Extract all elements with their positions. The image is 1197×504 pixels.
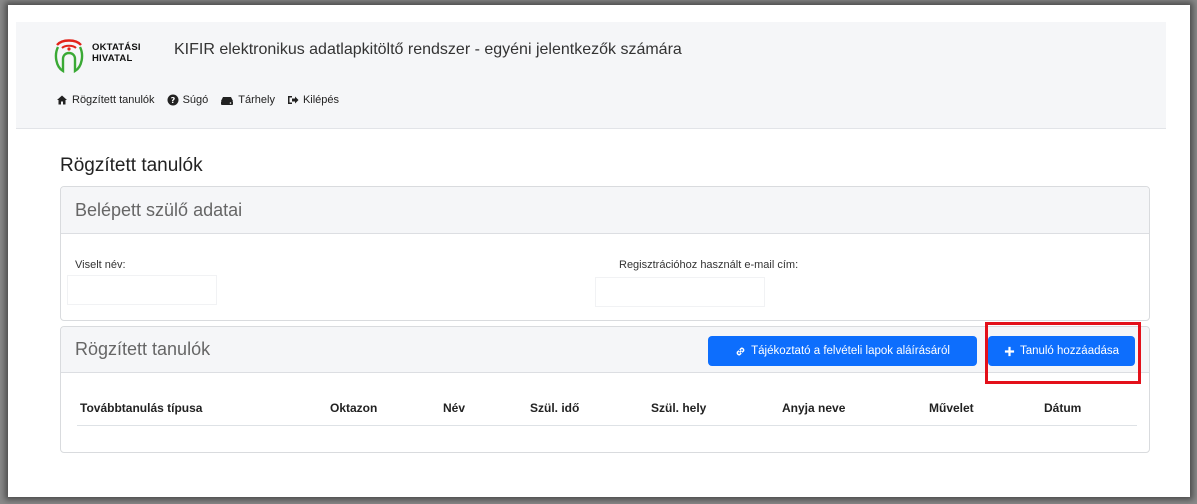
nav-item-rogzitett-tanulok[interactable]: Rögzített tanulók [56,94,155,106]
app-title: KIFIR elektronikus adatlapkitöltő rendsz… [174,41,682,58]
highlight-box [985,322,1141,384]
question-circle-icon: ? [167,94,179,106]
page-title: Rögzített tanulók [60,155,203,176]
main-nav: Rögzített tanulók ? Súgó Tárhely Kilépés [56,94,339,106]
svg-text:?: ? [170,96,175,105]
sign-out-icon [287,96,299,104]
link-icon [736,347,745,355]
nav-label: Rögzített tanulók [72,94,155,106]
info-button-label: Tájékoztató a felvételi lapok aláírásáró… [751,345,950,357]
column-header[interactable]: Dátum [1044,401,1081,415]
name-field[interactable] [67,275,217,305]
top-header: OKTATÁSI HIVATAL KIFIR elektronikus adat… [16,22,1166,129]
email-label: Regisztrációhoz használt e-mail cím: [619,259,799,271]
column-header[interactable]: Név [443,401,465,415]
nav-label: Kilépés [302,94,340,106]
logo-text: OKTATÁSI HIVATAL [92,42,141,64]
oktatasi-hivatal-logo[interactable] [52,37,86,73]
logo-line-2: HIVATAL [92,53,133,64]
column-header[interactable]: Szül. hely [651,401,706,415]
nav-label: Súgó [182,94,209,106]
home-icon [57,95,67,105]
column-header[interactable]: Továbbtanulás típusa [80,401,202,415]
column-header[interactable]: Anyja neve [782,401,845,415]
email-field[interactable] [595,277,765,307]
students-table-header: Továbbtanulás típusa Oktazon Név Szül. i… [77,397,1137,426]
students-card-title: Rögzített tanulók [75,339,211,359]
info-signing-button[interactable]: Tájékoztató a felvételi lapok aláírásáró… [708,336,977,366]
hdd-icon [221,97,234,105]
parent-card-title: Belépett szülő adatai [61,187,1149,234]
nav-item-kilepes[interactable]: Kilépés [287,94,339,106]
column-header[interactable]: Oktazon [330,401,377,415]
nav-item-tarhely[interactable]: Tárhely [220,94,275,106]
parent-data-card: Belépett szülő adatai Viselt név: Regisz… [60,186,1150,321]
logo-line-1: OKTATÁSI [92,42,141,53]
column-header[interactable]: Szül. idő [530,401,579,415]
column-header[interactable]: Művelet [929,401,974,415]
nav-label: Tárhely [238,94,275,106]
name-label: Viselt név: [75,259,126,271]
nav-item-sugo[interactable]: ? Súgó [167,94,209,106]
